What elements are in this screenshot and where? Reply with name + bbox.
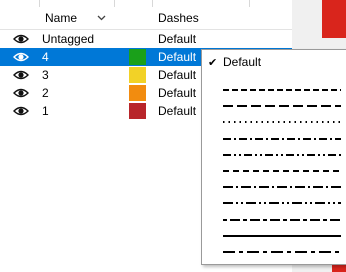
- dash-option-solid[interactable]: [202, 231, 346, 247]
- dash-pattern-line: [223, 121, 341, 123]
- color-preview-block: [322, 0, 346, 38]
- eye-icon[interactable]: [13, 87, 29, 99]
- dash-pattern-line: [223, 170, 341, 172]
- row-dashes-value[interactable]: Default: [158, 67, 196, 83]
- dash-pattern-line: [223, 235, 341, 237]
- eye-icon[interactable]: [13, 51, 29, 63]
- dash-pattern-line: [223, 138, 341, 140]
- eye-icon[interactable]: [13, 69, 29, 81]
- dash-option-dash-dot-dot[interactable]: [202, 150, 346, 166]
- row-dashes-value[interactable]: Default: [158, 31, 196, 47]
- dash-pattern-line: [223, 202, 341, 204]
- dash-option-dash-medium[interactable]: [202, 166, 346, 182]
- chevron-down-icon[interactable]: [97, 15, 106, 21]
- dash-option-default-label: Default: [223, 55, 262, 69]
- color-swatch[interactable]: [129, 103, 146, 119]
- dash-pattern-line: [223, 105, 341, 107]
- dash-pattern-line: [223, 186, 341, 188]
- dash-option-dash-short-long[interactable]: [202, 215, 346, 231]
- dashes-column-header[interactable]: Dashes: [158, 7, 199, 29]
- name-column-header[interactable]: Name: [45, 7, 77, 29]
- row-name: 2: [42, 86, 49, 100]
- color-swatch[interactable]: [129, 85, 146, 101]
- row-name: 4: [42, 50, 49, 64]
- row-dashes-value[interactable]: Default: [158, 49, 196, 65]
- table-row[interactable]: Untagged Default: [0, 30, 292, 48]
- eye-icon[interactable]: [13, 33, 29, 45]
- dash-style-menu: ✔ Default: [201, 49, 346, 265]
- dash-option-dash-long[interactable]: [202, 85, 346, 101]
- dash-option-dash-dot[interactable]: [202, 134, 346, 150]
- dash-option-dash-long-short[interactable]: [202, 247, 346, 263]
- row-name: 1: [42, 104, 49, 118]
- dash-pattern-line: [223, 89, 341, 91]
- row-name: 3: [42, 68, 49, 82]
- dash-pattern-line: [223, 154, 341, 156]
- dash-option-dash-dot-dot-long[interactable]: [202, 198, 346, 214]
- dash-option-default[interactable]: ✔ Default: [202, 52, 346, 69]
- dash-option-dash-longer[interactable]: [202, 101, 346, 117]
- dash-pattern-line: [223, 219, 341, 221]
- row-dashes-value[interactable]: Default: [158, 85, 196, 101]
- list-header: Name Dashes: [0, 7, 292, 30]
- row-name: Untagged: [42, 32, 95, 46]
- checkmark-icon: ✔: [208, 57, 218, 69]
- color-swatch[interactable]: [129, 49, 146, 65]
- dash-pattern-line: [223, 251, 341, 253]
- color-swatch[interactable]: [129, 67, 146, 83]
- dash-option-dot[interactable]: [202, 117, 346, 133]
- row-dashes-value[interactable]: Default: [158, 103, 196, 119]
- eye-icon[interactable]: [13, 105, 29, 117]
- dash-option-dash-dot-long[interactable]: [202, 182, 346, 198]
